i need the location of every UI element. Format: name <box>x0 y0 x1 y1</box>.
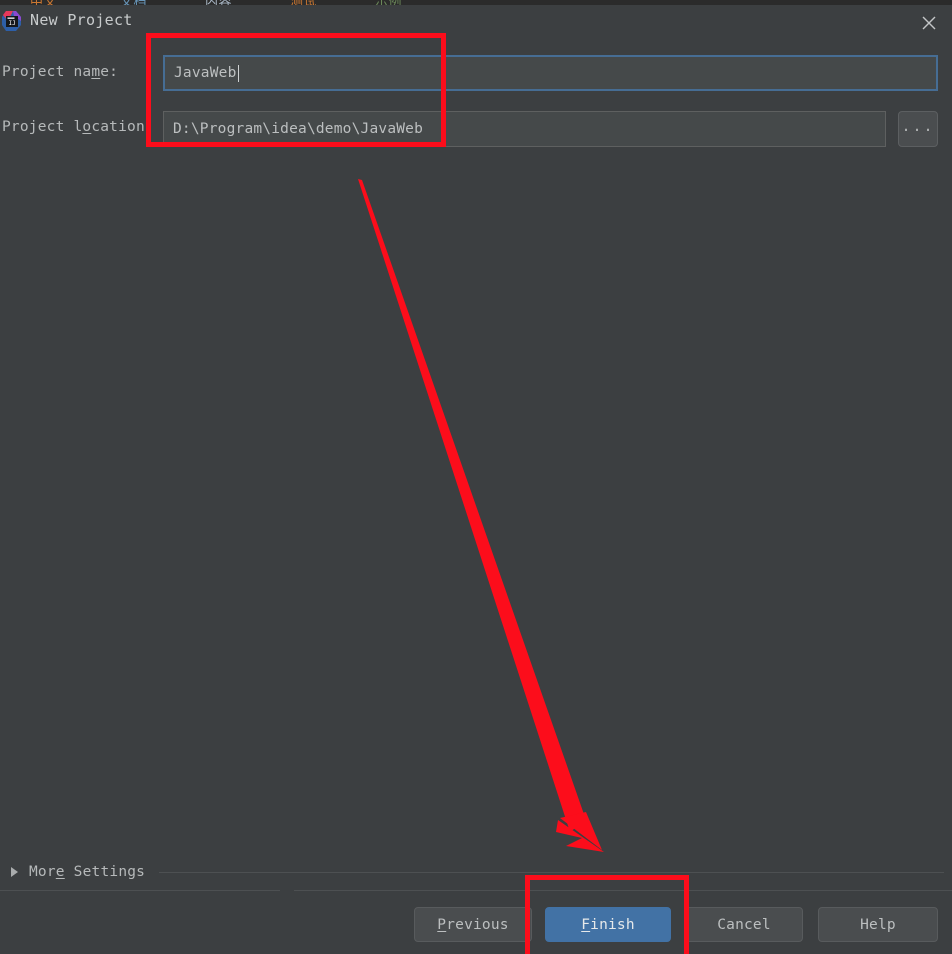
project-location-value: D:\Program\idea\demo\JavaWeb <box>173 121 424 137</box>
page-title: New Project <box>30 11 133 29</box>
browse-location-button[interactable]: ... <box>898 111 938 147</box>
project-location-input[interactable]: D:\Program\idea\demo\JavaWeb <box>163 111 886 147</box>
footer-divider-right <box>294 890 952 891</box>
previous-button[interactable]: Previous <box>414 907 532 942</box>
close-icon[interactable] <box>906 5 952 41</box>
project-location-label: Project location: <box>2 119 154 135</box>
more-settings-toggle[interactable]: More Settings <box>0 859 952 885</box>
project-name-label: Project name: <box>2 64 119 80</box>
project-name-input[interactable]: JavaWeb <box>162 54 939 92</box>
more-settings-label: More Settings <box>29 864 146 880</box>
footer-divider-left <box>0 890 280 891</box>
help-button[interactable]: Help <box>818 907 938 942</box>
new-project-dialog: 中文 文档 内容 测试 示例 IJ New Project Project na… <box>0 0 952 954</box>
cancel-button[interactable]: Cancel <box>685 907 803 942</box>
project-name-value: JavaWeb <box>174 65 237 81</box>
more-settings-divider <box>159 871 944 873</box>
text-caret <box>237 64 239 82</box>
finish-button[interactable]: Finish <box>545 907 671 942</box>
svg-text:IJ: IJ <box>9 20 16 27</box>
ellipsis-icon: ... <box>901 116 935 135</box>
intellij-idea-icon: IJ <box>2 10 22 32</box>
chevron-right-icon <box>11 867 18 877</box>
title-bar: IJ New Project <box>0 5 952 41</box>
